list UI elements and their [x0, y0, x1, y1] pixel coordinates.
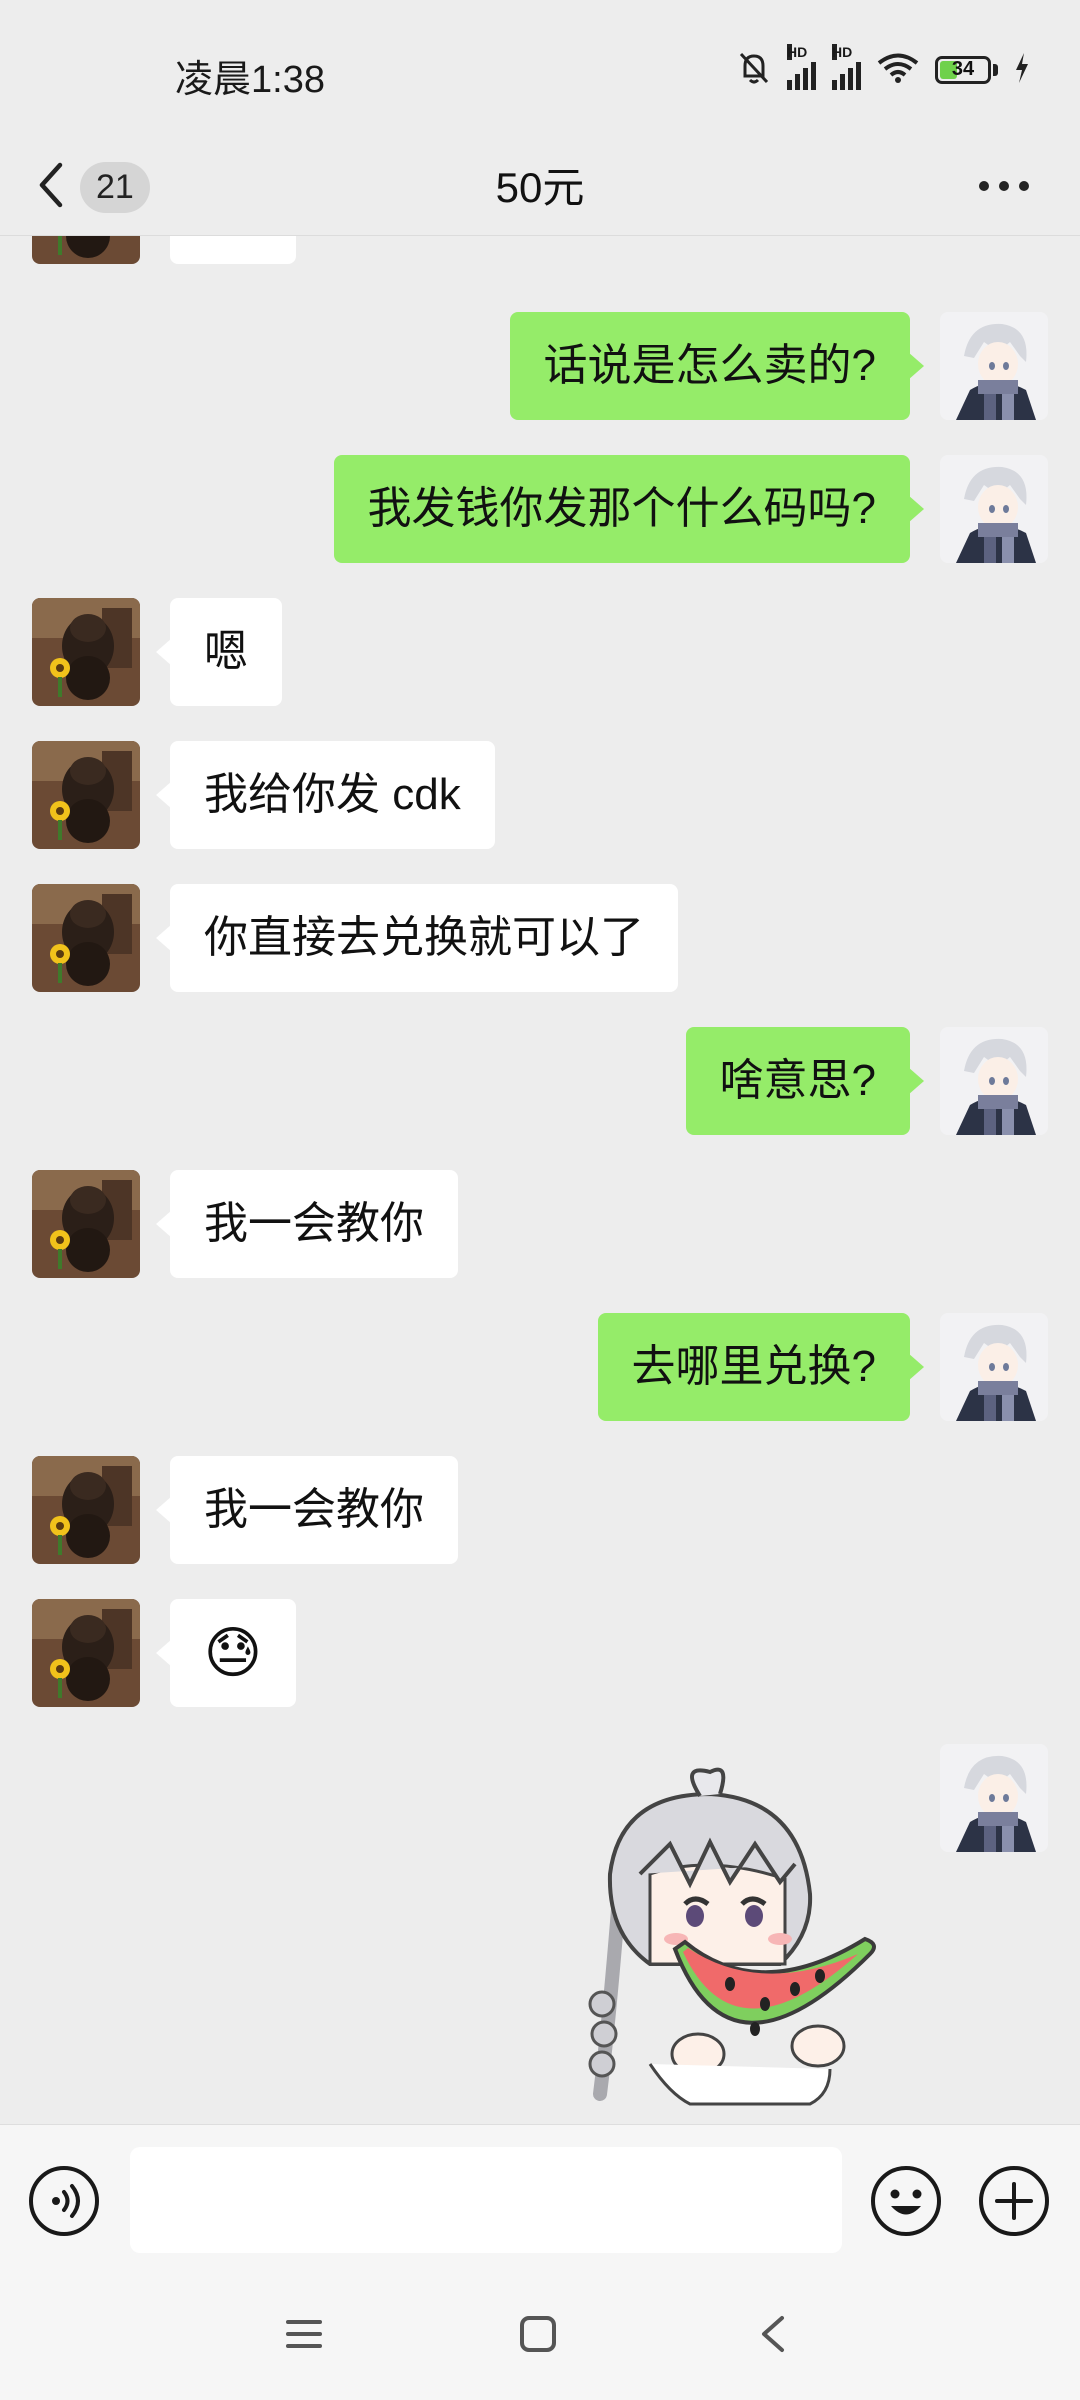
received-message-bubble[interactable]: 嗯	[156, 598, 282, 706]
system-navigation-bar	[0, 2274, 1080, 2400]
status-bar: 凌晨1:38 HD HD 34	[0, 0, 1080, 140]
contact-avatar[interactable]	[32, 1599, 140, 1707]
voice-button[interactable]	[28, 2165, 100, 2242]
message-input[interactable]	[130, 2147, 842, 2253]
more-functions-button[interactable]	[978, 2165, 1050, 2242]
wifi-icon	[877, 52, 919, 89]
chat-title: 50元	[495, 164, 585, 211]
more-button[interactable]	[978, 140, 1030, 235]
message-row: 嗯	[0, 598, 1080, 706]
sent-message-bubble[interactable]: 话说是怎么卖的?	[509, 312, 925, 420]
status-icons: HD HD 34	[737, 44, 1030, 92]
message-row: 我发钱你发那个什么码吗?	[0, 455, 1080, 563]
my-avatar[interactable]	[940, 1313, 1048, 1421]
mute-bell-icon	[737, 50, 771, 91]
status-time: 凌晨1:38	[175, 59, 325, 101]
unread-count-badge: 21	[80, 162, 150, 213]
contact-avatar[interactable]	[32, 1456, 140, 1564]
menu-icon	[282, 2320, 326, 2360]
input-bar	[0, 2124, 1080, 2275]
plus-icon	[978, 2166, 1050, 2241]
message-row: 你直接去兑换就可以了	[0, 884, 1080, 992]
my-avatar[interactable]	[940, 455, 1048, 563]
message-list[interactable]: 🙏 话说是怎么卖的? 我发钱你发那个什么码吗? 嗯 我给你发 cdk 你直接去兑…	[0, 236, 1080, 2124]
contact-avatar[interactable]	[32, 884, 140, 992]
message-row: 啥意思?	[0, 1027, 1080, 1135]
contact-avatar[interactable]	[32, 1170, 140, 1278]
my-avatar[interactable]	[940, 1744, 1048, 1852]
sent-message-bubble[interactable]: 啥意思?	[685, 1027, 925, 1135]
message-row: 我一会教你	[0, 1170, 1080, 1278]
contact-avatar[interactable]	[32, 236, 140, 264]
battery-level: 34	[951, 58, 975, 80]
voice-icon	[28, 2166, 100, 2241]
home-square-icon	[516, 2316, 560, 2360]
emoji-message[interactable]: 😓	[156, 1599, 296, 1707]
signal-icon: HD	[832, 44, 861, 90]
more-dots-icon	[978, 179, 1030, 197]
back-triangle-icon	[752, 2316, 796, 2360]
chevron-left-icon	[36, 161, 66, 214]
signal-icon: HD	[787, 44, 816, 90]
message-row: 我一会教你	[0, 1456, 1080, 1564]
system-back-button[interactable]	[752, 2312, 796, 2361]
message-row	[0, 1744, 1080, 2124]
emoji-button[interactable]	[870, 2165, 942, 2242]
contact-avatar[interactable]	[32, 741, 140, 849]
battery-icon: 34	[935, 56, 991, 84]
message-row: 🙏	[0, 236, 1080, 264]
my-avatar[interactable]	[940, 1027, 1048, 1135]
back-button[interactable]: 21	[36, 140, 150, 235]
sent-message-bubble[interactable]: 去哪里兑换?	[597, 1313, 925, 1421]
emoji-icon	[870, 2166, 942, 2241]
received-message-bubble[interactable]: 你直接去兑换就可以了	[156, 884, 678, 992]
received-message-bubble[interactable]: 我一会教你	[156, 1456, 458, 1564]
received-message-bubble[interactable]: 我给你发 cdk	[156, 741, 495, 849]
sent-message-bubble[interactable]: 我发钱你发那个什么码吗?	[333, 455, 925, 563]
girl-eating-watermelon-sticker[interactable]	[580, 1764, 890, 2114]
emoji-message[interactable]: 🙏	[170, 236, 296, 264]
message-row: 我给你发 cdk	[0, 741, 1080, 849]
battery-tip	[993, 64, 998, 76]
chat-header: 50元 21	[0, 140, 1080, 236]
home-button[interactable]	[516, 2312, 560, 2361]
message-row: 话说是怎么卖的?	[0, 312, 1080, 420]
message-row: 😓	[0, 1599, 1080, 1707]
received-message-bubble[interactable]: 我一会教你	[156, 1170, 458, 1278]
message-row: 去哪里兑换?	[0, 1313, 1080, 1421]
menu-button[interactable]	[282, 2312, 326, 2361]
contact-avatar[interactable]	[32, 598, 140, 706]
my-avatar[interactable]	[940, 312, 1048, 420]
charging-icon	[1014, 52, 1030, 88]
